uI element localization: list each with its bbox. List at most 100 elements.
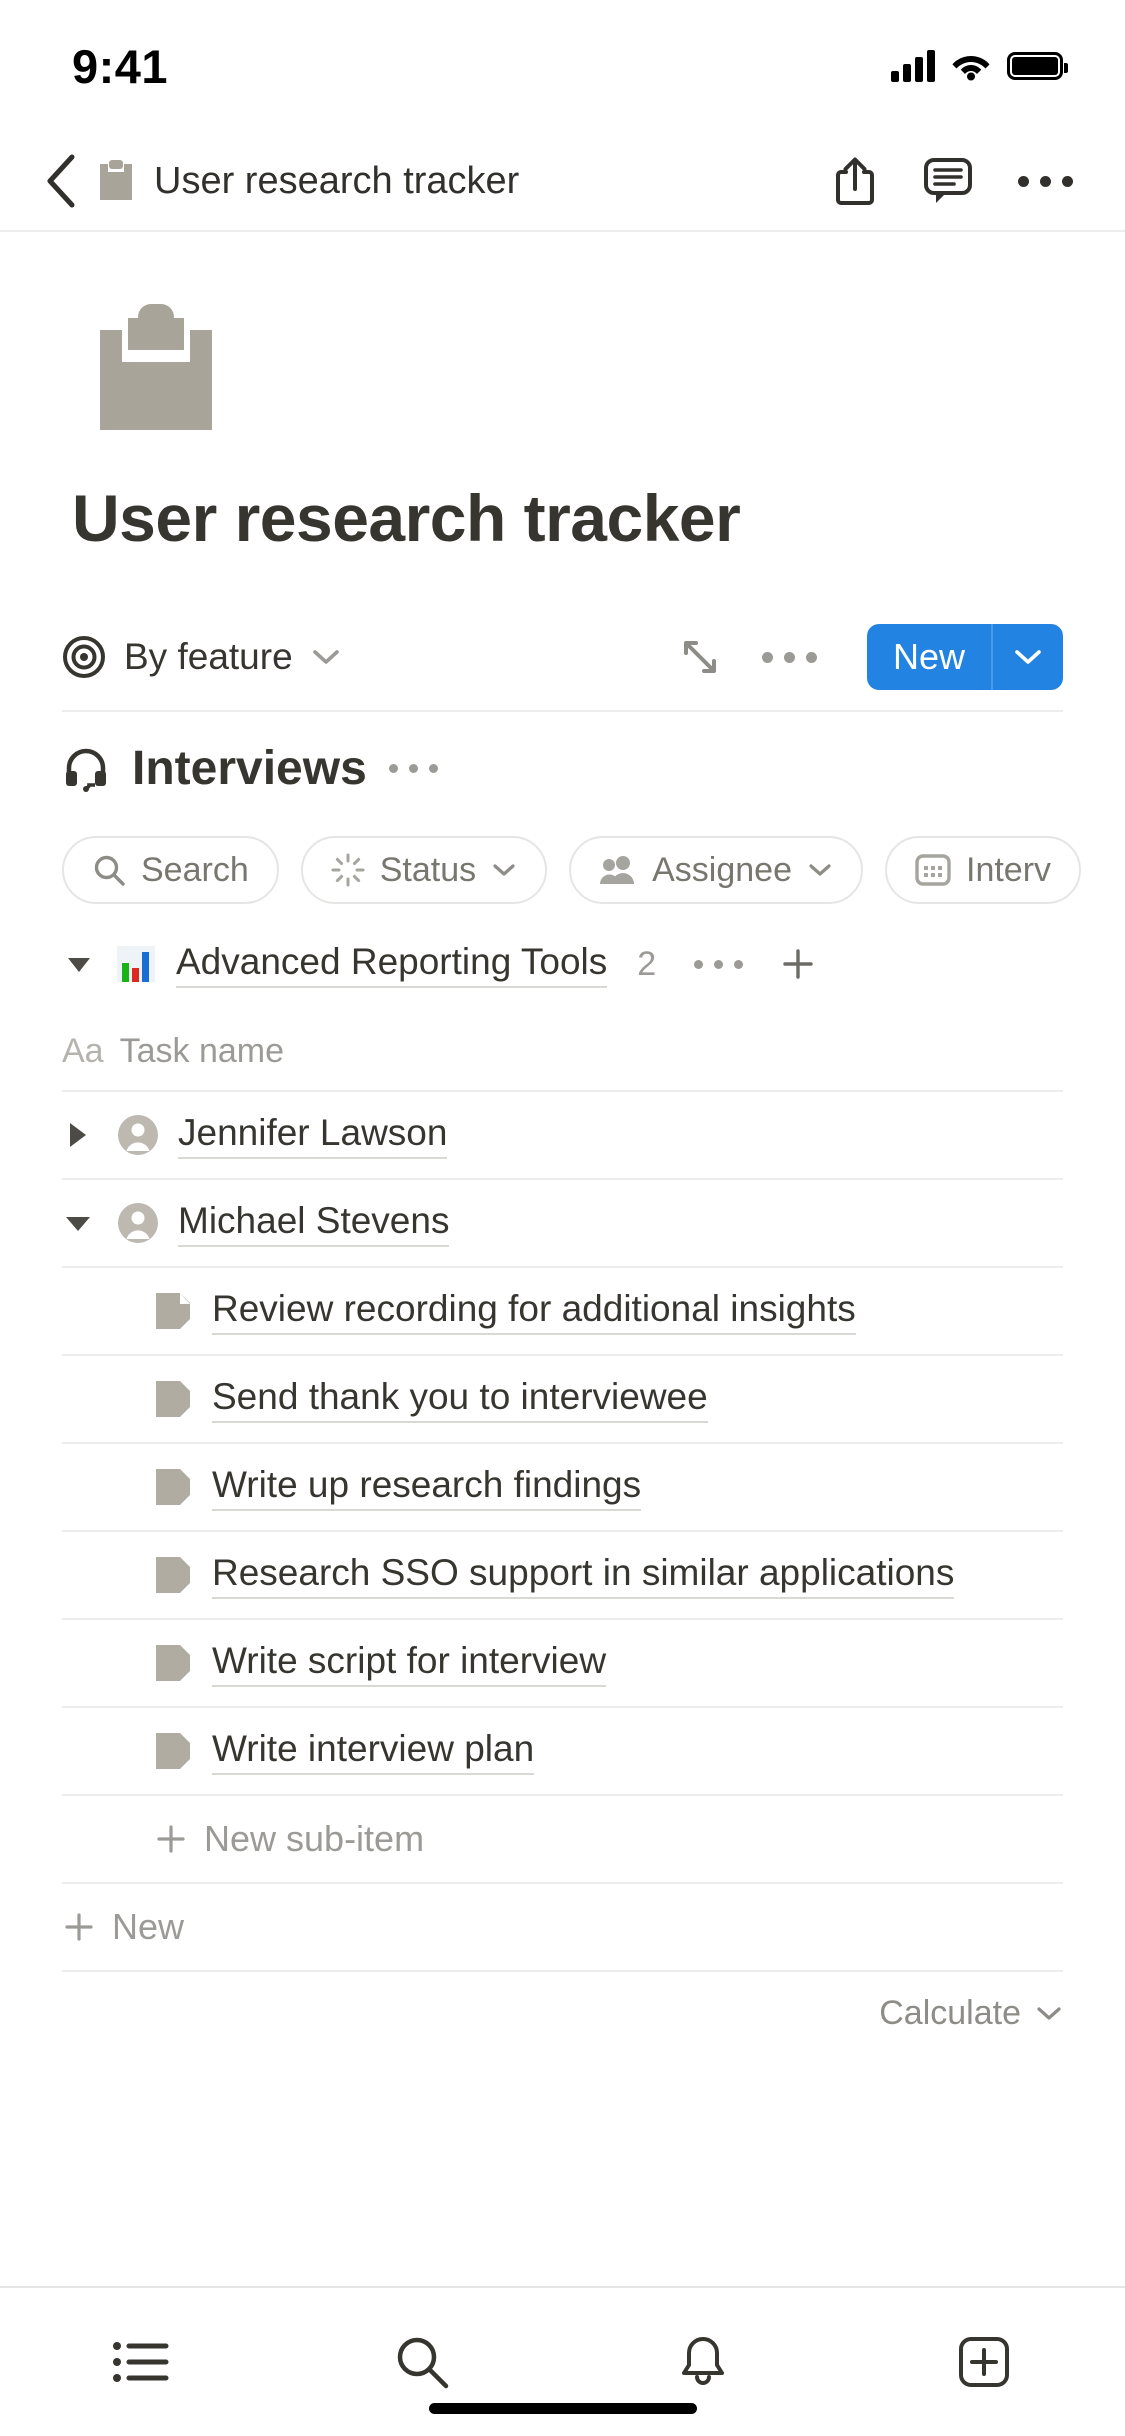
new-button[interactable]: New: [867, 624, 991, 690]
calendar-icon: [915, 853, 951, 887]
group-name[interactable]: Advanced Reporting Tools: [176, 941, 607, 988]
filter-chip-label: Interv: [966, 851, 1051, 890]
status-icons: [891, 50, 1063, 82]
filter-chip-status[interactable]: Status: [301, 836, 547, 904]
sidebar-item-inbox[interactable]: [563, 2334, 844, 2390]
page-icon: [154, 1467, 192, 1507]
page-icon: [154, 1291, 192, 1331]
share-icon[interactable]: [832, 155, 878, 207]
column-header: Aa Task name: [62, 1012, 1063, 1090]
more-horizontal-icon[interactable]: [694, 960, 743, 969]
chevron-down-icon: [491, 861, 517, 879]
task-name[interactable]: Review recording for additional insights: [212, 1288, 856, 1335]
more-horizontal-icon[interactable]: [762, 652, 817, 663]
expand-arrows-icon[interactable]: [678, 635, 722, 679]
plus-icon[interactable]: [781, 947, 815, 981]
person-avatar-icon: [116, 1201, 160, 1245]
section-header: Interviews: [62, 712, 1063, 824]
new-dropdown-button[interactable]: [991, 624, 1063, 690]
task-name[interactable]: Write script for interview: [212, 1640, 606, 1687]
page-icon: [154, 1643, 192, 1683]
triangle-right-icon[interactable]: [62, 1119, 116, 1151]
search-icon: [92, 853, 126, 887]
status-bar: 9:41: [0, 0, 1125, 132]
table-row[interactable]: Michael Stevens: [62, 1178, 1063, 1266]
filter-chip-label: Assignee: [652, 851, 792, 890]
triangle-down-icon[interactable]: [62, 947, 96, 981]
more-horizontal-icon[interactable]: [389, 764, 438, 773]
new-item-label: New: [112, 1906, 184, 1948]
group-count: 2: [637, 945, 656, 984]
triangle-down-icon[interactable]: [62, 1207, 116, 1239]
page-icon: [154, 1379, 192, 1419]
status-spinner-icon: [331, 853, 365, 887]
clipboard-icon: [96, 158, 136, 204]
filter-chip-search[interactable]: Search: [62, 836, 279, 904]
page-icon: [154, 1555, 192, 1595]
table-row[interactable]: Research SSO support in similar applicat…: [62, 1530, 1063, 1618]
phone-screen: 9:41 User research tra: [0, 0, 1125, 2436]
view-bar: By feature New: [62, 604, 1063, 712]
headset-icon: [62, 744, 110, 792]
plus-square-icon: [958, 2336, 1010, 2388]
status-time: 9:41: [72, 39, 168, 94]
task-name[interactable]: Send thank you to interviewee: [212, 1376, 708, 1423]
new-sub-item-label: New sub-item: [204, 1818, 424, 1860]
page-icon: [154, 1731, 192, 1771]
table-row[interactable]: Review recording for additional insights: [62, 1266, 1063, 1354]
plus-icon: [154, 1822, 188, 1856]
plus-icon: [62, 1910, 96, 1944]
table-row[interactable]: Write script for interview: [62, 1618, 1063, 1706]
bar-chart-emoji: [116, 944, 156, 984]
view-name: By feature: [124, 636, 293, 678]
signal-bars-icon: [891, 50, 935, 82]
back-button[interactable]: [30, 154, 92, 208]
more-horizontal-icon[interactable]: [1018, 176, 1073, 187]
filter-chip-interview-date[interactable]: Interv: [885, 836, 1081, 904]
clipboard-icon: [100, 302, 212, 430]
target-icon: [62, 635, 106, 679]
search-icon: [394, 2334, 450, 2390]
task-name[interactable]: Research SSO support in similar applicat…: [212, 1552, 954, 1599]
nav-title: User research tracker: [154, 160, 832, 203]
page-title[interactable]: User research tracker: [0, 430, 1125, 556]
new-button-group: New: [867, 624, 1063, 690]
calculate-row[interactable]: Calculate: [62, 1970, 1063, 2054]
chevron-down-icon: [311, 647, 341, 667]
comment-icon[interactable]: [922, 156, 974, 206]
table-row[interactable]: Send thank you to interviewee: [62, 1354, 1063, 1442]
list-icon: [112, 2339, 170, 2385]
sidebar-item-search[interactable]: [281, 2334, 562, 2390]
section-title: Interviews: [132, 741, 367, 796]
table-row[interactable]: Jennifer Lawson: [62, 1090, 1063, 1178]
new-sub-item-button[interactable]: New sub-item: [62, 1794, 1063, 1882]
column-header-label: Task name: [120, 1032, 284, 1071]
filter-chip-assignee[interactable]: Assignee: [569, 836, 863, 904]
view-selector[interactable]: By feature: [62, 635, 341, 679]
task-name[interactable]: Write interview plan: [212, 1728, 534, 1775]
sidebar-item-create[interactable]: [844, 2336, 1125, 2388]
sidebar-item-list[interactable]: [0, 2339, 281, 2385]
chevron-down-icon: [1035, 2004, 1063, 2022]
text-type-icon: Aa: [62, 1032, 104, 1071]
wifi-icon: [951, 51, 991, 81]
chevron-down-icon: [807, 861, 833, 879]
calculate-label: Calculate: [879, 1994, 1021, 2033]
filter-chip-label: Status: [380, 851, 476, 890]
nav-bar: User research tracker: [0, 132, 1125, 232]
filter-chip-label: Search: [141, 851, 249, 890]
bell-icon: [678, 2334, 728, 2390]
group-header: Advanced Reporting Tools 2: [62, 916, 1063, 1012]
page-hero-icon[interactable]: [0, 232, 1125, 430]
new-item-button[interactable]: New: [62, 1882, 1063, 1970]
nav-actions: [832, 155, 1083, 207]
task-name[interactable]: Write up research findings: [212, 1464, 641, 1511]
task-name[interactable]: Michael Stevens: [178, 1200, 449, 1247]
filter-chips: Search Status: [0, 824, 1125, 916]
task-name[interactable]: Jennifer Lawson: [178, 1112, 447, 1159]
people-icon: [599, 854, 637, 886]
view-bar-actions: New: [678, 624, 1063, 690]
table-row[interactable]: Write up research findings: [62, 1442, 1063, 1530]
page-body: User research tracker By feature: [0, 232, 1125, 2054]
table-row[interactable]: Write interview plan: [62, 1706, 1063, 1794]
